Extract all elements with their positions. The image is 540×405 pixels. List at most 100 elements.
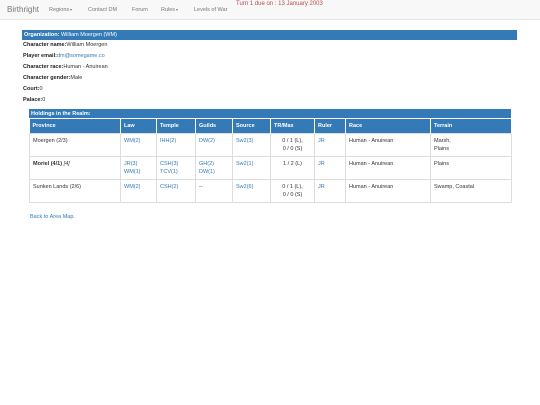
guilds-cell: --	[195, 178, 233, 203]
guilds-holding[interactable]: GH(2)	[199, 160, 229, 169]
table-row: Moriel (4/1) [4] JR(3) WM(1) CSH(3) TCV(1) GH…	[29, 155, 512, 179]
terrain-cell: Swamp, Coastal	[430, 178, 512, 203]
race-cell: Human - Anuirean	[345, 132, 431, 156]
temple-holding[interactable]: TCV(1)	[160, 168, 192, 177]
brand-link[interactable]: Birthright	[7, 5, 39, 14]
source-cell: Sw2(1)	[232, 155, 271, 179]
trmax-value: 1 / 2 (L)	[283, 160, 302, 167]
source-holding[interactable]: Sw2(3)	[236, 137, 267, 146]
temple-cell: CSH(2)	[156, 178, 196, 203]
guilds-cell: DW(2)	[195, 132, 233, 156]
race-value: Human - Anuirean	[349, 137, 394, 144]
player-email-label: Player email:	[23, 53, 57, 59]
nav-contact-dm[interactable]: Contact DM	[88, 7, 117, 13]
temple-holding[interactable]: IHH(2)	[160, 137, 192, 146]
court-label: Court:	[23, 86, 40, 92]
character-gender-line: Character gender:Male	[23, 75, 82, 81]
ruler-cell: JR	[314, 155, 346, 179]
character-race-label: Character race:	[23, 64, 64, 70]
guilds-holding[interactable]: DW(2)	[199, 137, 229, 146]
province-name: Sunken Lands (2/6)	[33, 183, 82, 190]
character-race-line: Character race:Human - Anuirean	[23, 64, 108, 70]
terrain-value: Marsh,	[434, 137, 451, 144]
trmax-value: 0 / 1 (L),	[282, 137, 303, 144]
organization-label: Organization:	[24, 31, 60, 38]
guilds-cell: GH(2) DW(1)	[195, 155, 233, 179]
ruler-cell: JR	[314, 178, 346, 203]
top-navbar: Birthright Regions Contact DM Forum Rule…	[0, 0, 540, 20]
nav-rules-dropdown[interactable]: Rules	[161, 7, 179, 13]
law-holding[interactable]: WM(2)	[124, 137, 153, 146]
organization-value: William Moergen (WM)	[60, 31, 117, 38]
character-gender-label: Character gender:	[23, 75, 71, 81]
race-value: Human - Anuirean	[349, 183, 394, 190]
character-race-value: Human - Anuirean	[63, 64, 108, 70]
table-row: Moergen (2/3) WM(2) IHH(2) DW(2) Sw2(3) 0 / 1…	[29, 132, 512, 156]
nav-regions-label: Regions	[49, 7, 70, 13]
law-holding[interactable]: JR(3)	[124, 160, 153, 169]
source-holding[interactable]: Sw2(1)	[236, 160, 267, 169]
province-note: [4]	[63, 160, 70, 167]
organization-bar: Organization: William Moergen (WM)	[22, 30, 517, 40]
court-line: Court:0	[23, 86, 43, 92]
law-holding[interactable]: WM(1)	[124, 168, 153, 177]
character-name-value: William Moergen	[66, 42, 108, 48]
player-email-line: Player email:dm@somegame.co	[23, 53, 105, 59]
law-holding[interactable]: WM(2)	[124, 183, 153, 192]
column-header-guilds: Guilds	[195, 119, 233, 133]
ruler-link[interactable]: JR	[318, 161, 325, 167]
trmax-value: 0 / 0 (S)	[282, 146, 303, 152]
ruler-link[interactable]: JR	[318, 138, 325, 144]
palace-value: 0	[42, 97, 46, 103]
terrain-value: Plains	[434, 146, 449, 152]
column-header-trmax: TR/Max	[270, 119, 315, 133]
terrain-value: Swamp, Coastal	[434, 183, 475, 190]
column-header-terrain: Terrain	[430, 119, 512, 133]
table-row: Sunken Lands (2/6) WM(2) CSH(2) -- Sw2(6) 0 /…	[29, 178, 512, 203]
palace-label: Palace:	[23, 97, 43, 103]
column-header-province: Province	[29, 119, 121, 133]
terrain-value: Plains	[434, 160, 449, 167]
holdings-section-title: Holdings in the Realm:	[29, 109, 511, 118]
trmax-value: 0 / 0 (S)	[282, 192, 303, 198]
province-name: Moergen (2/3)	[33, 137, 68, 144]
temple-holding[interactable]: CSH(3)	[160, 160, 192, 169]
law-cell: JR(3) WM(1)	[120, 155, 157, 179]
guilds-holding[interactable]: DW(1)	[199, 168, 229, 177]
race-cell: Human - Anuirean	[345, 178, 431, 203]
back-to-area-map-link[interactable]: Back to Area Map.	[30, 214, 75, 220]
race-value: Human - Anuirean	[349, 160, 394, 167]
court-value: 0	[39, 86, 43, 92]
player-email-link[interactable]: dm@somegame.co	[57, 53, 105, 59]
column-header-source: Source	[232, 119, 271, 133]
guilds-holding: --	[199, 183, 203, 190]
nav-levels-of-war[interactable]: Levels of War	[194, 7, 227, 13]
nav-forum[interactable]: Forum	[132, 7, 148, 13]
law-cell: WM(2)	[120, 178, 157, 203]
temple-cell: IHH(2)	[156, 132, 196, 156]
column-header-temple: Temple	[156, 119, 196, 133]
column-header-race: Race	[345, 119, 431, 133]
holdings-header-row: Province Law Temple Guilds Source TR/Max…	[29, 119, 512, 133]
trmax-cell: 0 / 1 (L), 0 / 0 (S)	[270, 132, 315, 156]
province-name: Moriel (4/1)	[33, 160, 63, 167]
nav-regions-dropdown[interactable]: Regions	[49, 7, 73, 13]
ruler-cell: JR	[314, 132, 346, 156]
holdings-table: Province Law Temple Guilds Source TR/Max…	[29, 119, 512, 203]
terrain-cell: Plains	[430, 155, 512, 179]
province-cell: Moergen (2/3)	[29, 132, 121, 156]
column-header-law: Law	[120, 119, 157, 133]
race-cell: Human - Anuirean	[345, 155, 431, 179]
trmax-value: 0 / 1 (L),	[282, 183, 303, 190]
province-cell: Moriel (4/1) [4]	[29, 155, 121, 179]
province-cell: Sunken Lands (2/6)	[29, 178, 121, 203]
character-gender-value: Male	[70, 75, 83, 81]
holdings-table-body: Moergen (2/3) WM(2) IHH(2) DW(2) Sw2(3) 0 / 1…	[29, 132, 512, 203]
temple-holding[interactable]: CSH(2)	[160, 183, 192, 192]
law-cell: WM(2)	[120, 132, 157, 156]
ruler-link[interactable]: JR	[318, 184, 325, 190]
palace-line: Palace:0	[23, 97, 45, 103]
trmax-cell: 1 / 2 (L)	[270, 155, 315, 179]
source-holding[interactable]: Sw2(6)	[236, 183, 267, 192]
source-cell: Sw2(6)	[232, 178, 271, 203]
